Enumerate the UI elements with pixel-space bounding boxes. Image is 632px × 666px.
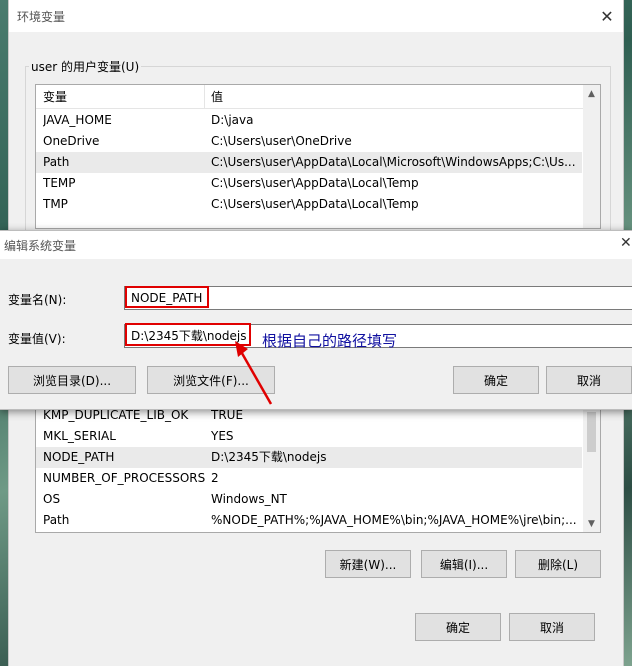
variable-value-cell: 2 [211, 471, 219, 485]
system-list-scrollbar[interactable]: ▼ [583, 396, 600, 532]
variable-value-cell: C:\Users\user\AppData\Local\Microsoft\Wi… [211, 155, 576, 169]
delete-variable-button[interactable]: 删除(L) [515, 550, 601, 578]
system-variable-row[interactable]: MKL_SERIAL YES [36, 426, 582, 447]
user-variables-list[interactable]: 变量 值 JAVA_HOME D:\java OneDrive C:\Users\us… [35, 84, 601, 229]
user-variables-label: user 的用户变量(U) [29, 58, 142, 75]
variable-value-cell: C:\Users\user\AppData\Local\Temp [211, 197, 419, 211]
scroll-down-icon[interactable]: ▼ [583, 515, 600, 532]
variable-name-cell: TMP [43, 197, 68, 211]
user-variable-row[interactable]: Path C:\Users\user\AppData\Local\Microsof… [36, 152, 582, 173]
edit-cancel-button[interactable]: 取消 [546, 366, 632, 394]
variable-name-cell: TEMP [43, 176, 76, 190]
variable-value-cell: %NODE_PATH%;%JAVA_HOME%\bin;%JAVA_HOME%\… [211, 513, 577, 527]
system-variable-row[interactable]: Path %NODE_PATH%;%JAVA_HOME%\bin;%JAVA_HO… [36, 510, 582, 531]
column-header-value[interactable]: 值 [204, 85, 223, 109]
annotation-text: 根据自己的路径填写 [262, 332, 398, 350]
variable-value-cell: C:\Users\user\OneDrive [211, 134, 352, 148]
edit-system-variable-dialog: 编辑系统变量 ✕ 变量名(N): NODE_PATH 变量值(V): D:\23… [0, 230, 632, 410]
user-list-header: 变量 值 [36, 85, 600, 109]
system-variable-row[interactable]: OS Windows_NT [36, 489, 582, 510]
edit-titlebar: 编辑系统变量 ✕ [0, 231, 632, 259]
scroll-up-icon[interactable]: ▲ [583, 85, 600, 102]
column-header-variable[interactable]: 变量 [36, 85, 204, 109]
env-close-icon[interactable]: ✕ [591, 0, 623, 32]
variable-name-cell: MKL_SERIAL [43, 429, 116, 443]
user-variable-row[interactable]: JAVA_HOME D:\java [36, 110, 582, 131]
system-scroll-thumb[interactable] [587, 412, 596, 452]
edit-close-icon[interactable]: ✕ [620, 235, 632, 255]
new-variable-button[interactable]: 新建(W)... [325, 550, 411, 578]
edit-variable-button[interactable]: 编辑(I)... [421, 550, 507, 578]
variable-value-cell: C:\Users\user\AppData\Local\Temp [211, 176, 419, 190]
env-window-title: 环境变量 [17, 10, 66, 24]
variable-value-cell: D:\java [211, 113, 254, 127]
env-ok-button[interactable]: 确定 [415, 613, 501, 641]
variable-name-cell: OS [43, 492, 61, 506]
system-variable-row[interactable]: NUMBER_OF_PROCESSORS 2 [36, 468, 582, 489]
variable-value-cell: YES [211, 429, 234, 443]
user-list-scrollbar[interactable]: ▲ [583, 85, 600, 228]
variable-name-input[interactable]: NODE_PATH [124, 286, 632, 310]
user-variable-row[interactable]: TMP C:\Users\user\AppData\Local\Temp [36, 194, 582, 215]
system-variable-row[interactable]: NODE_PATH D:\2345下载\nodejs [36, 447, 582, 468]
variable-name-cell: NUMBER_OF_PROCESSORS [43, 471, 206, 485]
variable-name-cell: Path [43, 513, 70, 527]
edit-dialog-title: 编辑系统变量 [4, 239, 77, 253]
user-variable-row[interactable]: OneDrive C:\Users\user\OneDrive [36, 131, 582, 152]
variable-value-label: 变量值(V): [8, 332, 66, 346]
variable-name-cell: Path [43, 155, 70, 169]
env-titlebar: 环境变量 ✕ [9, 0, 623, 32]
variable-name-cell: OneDrive [43, 134, 100, 148]
variable-value-cell: D:\2345下载\nodejs [211, 450, 327, 464]
variable-name-cell: NODE_PATH [43, 450, 115, 464]
variable-name-label: 变量名(N): [8, 293, 67, 307]
env-cancel-button[interactable]: 取消 [509, 613, 595, 641]
browse-directory-button[interactable]: 浏览目录(D)... [8, 366, 136, 394]
browse-file-button[interactable]: 浏览文件(F)... [147, 366, 275, 394]
edit-ok-button[interactable]: 确定 [453, 366, 539, 394]
variable-name-cell: JAVA_HOME [43, 113, 112, 127]
user-variable-row[interactable]: TEMP C:\Users\user\AppData\Local\Temp [36, 173, 582, 194]
system-variables-list[interactable]: KMP_DUPLICATE_LIB_OK TRUE MKL_SERIAL YES NOD… [35, 395, 601, 533]
variable-value-cell: Windows_NT [211, 492, 287, 506]
